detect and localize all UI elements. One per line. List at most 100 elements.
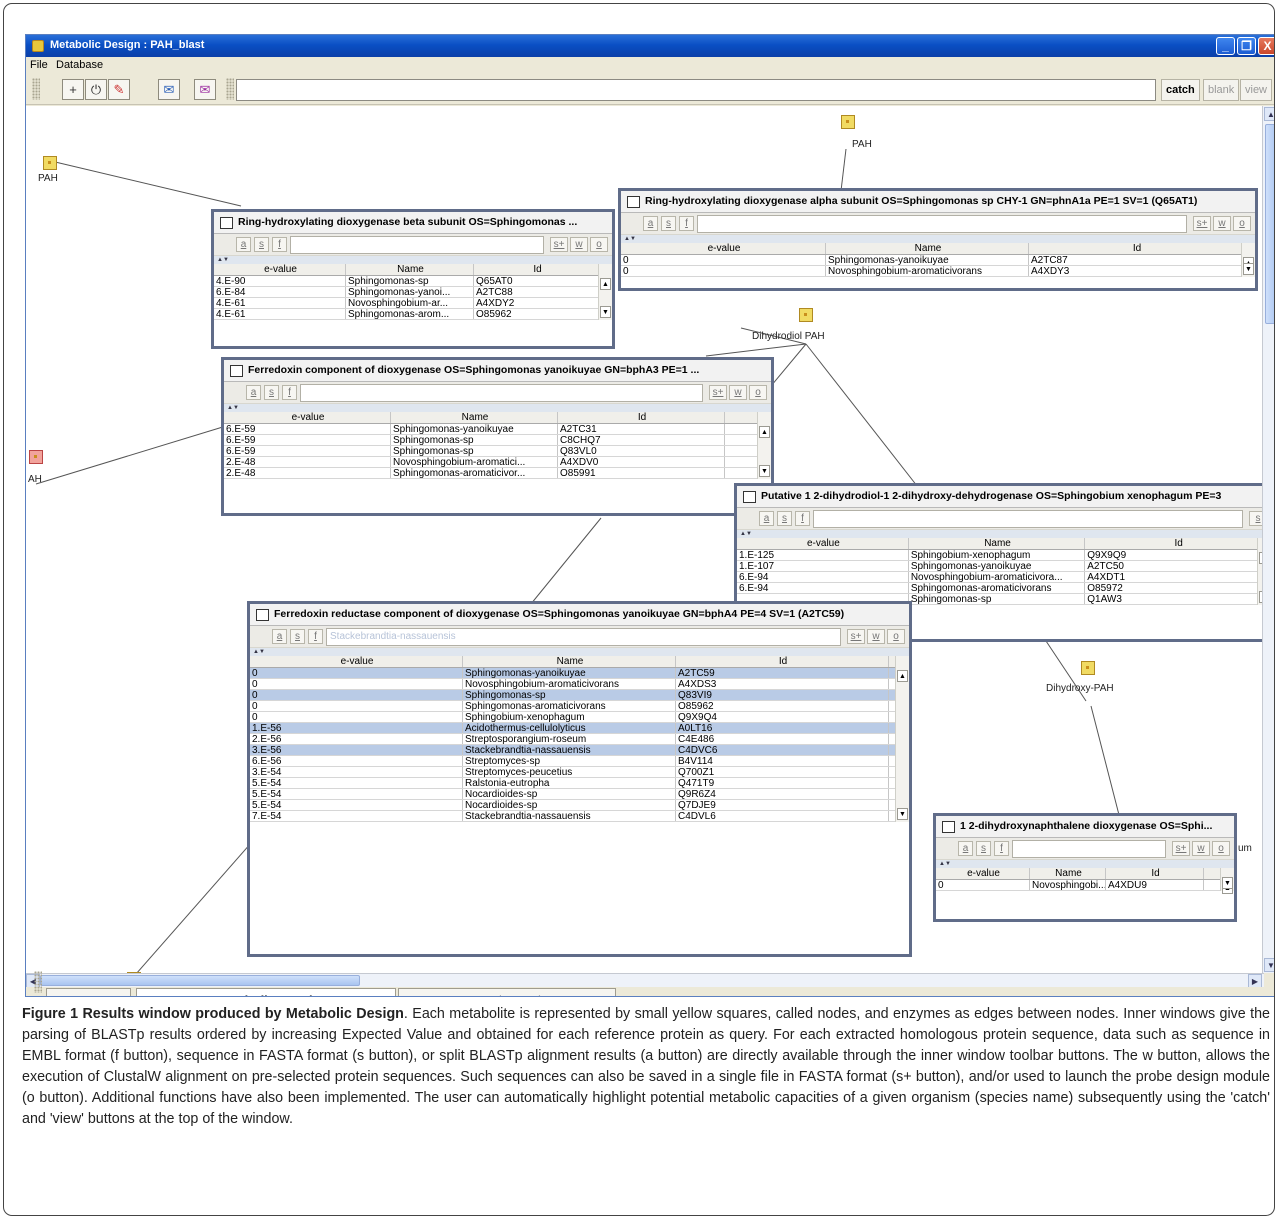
inner-window-title[interactable]: Ring-hydroxylating dioxygenase alpha sub… [621,191,1255,213]
scroll-down-arrow[interactable]: ▼ [1222,877,1233,889]
embl-button[interactable]: f [282,385,297,400]
alignment-button[interactable]: a [236,237,251,252]
sort-toggle[interactable]: ▲▼ [936,860,1234,868]
inner-window-title[interactable]: Putative 1 2-dihydrodiol-1 2-dihydroxy-d… [737,486,1264,508]
clustalw-button[interactable]: w [867,629,885,644]
table-row[interactable]: 5.E-54 Nocardioides-sp Q9R6Z4 [250,789,909,800]
table-row[interactable]: 3.E-54 Streptomyces-peucetius Q700Z1 [250,767,909,778]
table-row[interactable]: 0 Sphingobium-xenophagum Q9X9Q4 [250,712,909,723]
column-header[interactable]: e-value [214,264,346,275]
table-row[interactable]: 5.E-54 Ralstonia-eutropha Q471T9 [250,778,909,789]
column-header[interactable]: Id [676,656,889,667]
species-filter-input[interactable] [813,510,1243,528]
species-filter-input[interactable] [290,236,544,254]
table-row[interactable]: 1.E-107 Sphingomonas-yanoikuyae A2TC50 [737,561,1264,572]
clustalw-button[interactable]: w [729,385,747,400]
table-row[interactable]: 4.E-90 Sphingomonas-sp Q65AT0 [214,276,612,287]
fasta-button[interactable]: s [290,629,305,644]
alignment-button[interactable]: a [958,841,973,856]
title-bar[interactable]: Metabolic Design : PAH_blast _ ❐ X [26,35,1274,57]
table-row[interactable]: 4.E-61 Novosphingobium-ar... A4XDY2 [214,298,612,309]
blast-result-window[interactable]: 1 2-dihydroxynaphthalene dioxygenase OS=… [933,813,1237,922]
sort-toggle[interactable]: ▲▼ [214,256,612,264]
node-dihydroxy-pah[interactable] [1081,661,1095,675]
column-header[interactable]: Id [1029,243,1244,254]
save-fasta-button[interactable]: s+ [709,385,727,400]
column-header[interactable]: e-value [936,868,1030,879]
scroll-thumb[interactable] [40,975,360,986]
table-row[interactable]: 5.E-54 Nocardioides-sp Q7DJE9 [250,800,909,811]
probe-design-button[interactable]: o [590,237,608,252]
table-row[interactable]: 0 Sphingomonas-sp Q83VI9 [250,690,909,701]
horizontal-scrollbar[interactable]: ◀ ▶ [26,973,1264,988]
table-row[interactable]: 0 Sphingomonas-aromaticivorans O85962 [250,701,909,712]
clustalw-button[interactable]: w [1192,841,1210,856]
table-row[interactable]: 3.E-56 Stackebrandtia-nassauensis C4DVC6 [250,745,909,756]
column-header[interactable]: e-value [224,412,391,423]
scroll-down-arrow[interactable]: ▼ [1243,263,1254,275]
edit-button[interactable]: ✎ [108,79,130,100]
table-row[interactable]: 6.E-84 Sphingomonas-yanoi... A2TC88 [214,287,612,298]
table-scrollbar[interactable]: ▲▼ [895,656,909,822]
toolbar-grip-2[interactable] [226,78,234,100]
table-scrollbar[interactable]: ▲▼ [1241,243,1255,277]
table-row[interactable]: 2.E-48 Novosphingobium-aromatici... A4XDV0 [224,457,771,468]
message-button[interactable]: ✉ [158,79,180,100]
clustalw-button[interactable]: w [570,237,588,252]
embl-button[interactable]: f [272,237,287,252]
species-filter-input[interactable] [300,384,703,402]
tab-blast[interactable]: - BLAST - [46,988,131,996]
add-button[interactable]: + [62,79,84,100]
column-header[interactable]: Name [1030,868,1106,879]
blast-result-window[interactable]: Ring-hydroxylating dioxygenase beta subu… [211,209,615,349]
table-row[interactable]: 6.E-59 Sphingomonas-sp Q83VL0 [224,446,771,457]
node-pah[interactable] [43,156,57,170]
node-ah[interactable] [29,450,43,464]
scroll-down-arrow[interactable]: ▼ [1264,958,1274,972]
table-row[interactable]: 2.E-48 Sphingomonas-aromaticivor... O85991 [224,468,771,479]
sort-toggle[interactable]: ▲▼ [621,235,1255,243]
probe-design-button[interactable]: o [1212,841,1230,856]
sort-toggle[interactable]: ▲▼ [737,530,1264,538]
mail-button[interactable]: ✉ [194,79,216,100]
table-row[interactable]: 6.E-59 Sphingomonas-sp C8CHQ7 [224,435,771,446]
catch-button[interactable]: catch [1161,79,1200,101]
fasta-button[interactable]: s [976,841,991,856]
minimize-button[interactable]: _ [1216,37,1235,55]
sort-toggle[interactable]: ▲▼ [224,404,771,412]
tab-result-graph[interactable]: - Result Graph - [398,988,616,996]
column-header[interactable]: e-value [621,243,826,254]
embl-button[interactable]: f [795,511,810,526]
table-row[interactable]: 6.E-94 Novosphingobium-aromaticivora... A4… [737,572,1264,583]
save-fasta-button[interactable]: s+ [1193,216,1211,231]
embl-button[interactable]: f [308,629,323,644]
menu-database[interactable]: Database [56,59,103,71]
embl-button[interactable]: f [679,216,694,231]
scroll-up-arrow[interactable]: ▲ [1264,107,1274,121]
column-header[interactable]: Id [1106,868,1204,879]
inner-window-title[interactable]: 1 2-dihydroxynaphthalene dioxygenase OS=… [936,816,1234,838]
table-row[interactable]: 4.E-61 Sphingomonas-arom... O85962 [214,309,612,320]
toolbar-grip[interactable] [32,78,40,100]
scroll-down-arrow[interactable]: ▼ [600,306,611,318]
table-row[interactable]: 6.E-56 Streptomyces-sp B4V114 [250,756,909,767]
column-header[interactable]: Name [463,656,676,667]
blank-button[interactable]: blank [1203,79,1240,101]
scroll-down-arrow[interactable]: ▼ [759,465,770,477]
column-header[interactable]: Id [1085,538,1264,549]
probe-design-button[interactable]: o [1233,216,1251,231]
scroll-up-arrow[interactable]: ▲ [600,278,611,290]
scroll-right-arrow[interactable]: ▶ [1248,974,1262,988]
column-header[interactable]: Id [558,412,725,423]
table-scrollbar[interactable]: ▲▼ [757,412,771,479]
probe-design-button[interactable]: o [749,385,767,400]
tab-metabolic-graph[interactable]: - Metabolic Graph - [136,988,396,996]
column-header[interactable]: e-value [250,656,463,667]
save-fasta-button[interactable]: s+ [847,629,865,644]
fasta-button[interactable]: s [777,511,792,526]
table-row[interactable]: 1.E-56 Acidothermus-cellulolyticus A0LT16 [250,723,909,734]
clustalw-button[interactable]: w [1213,216,1231,231]
column-header[interactable]: Name [391,412,558,423]
alignment-button[interactable]: a [759,511,774,526]
alignment-button[interactable]: a [246,385,261,400]
